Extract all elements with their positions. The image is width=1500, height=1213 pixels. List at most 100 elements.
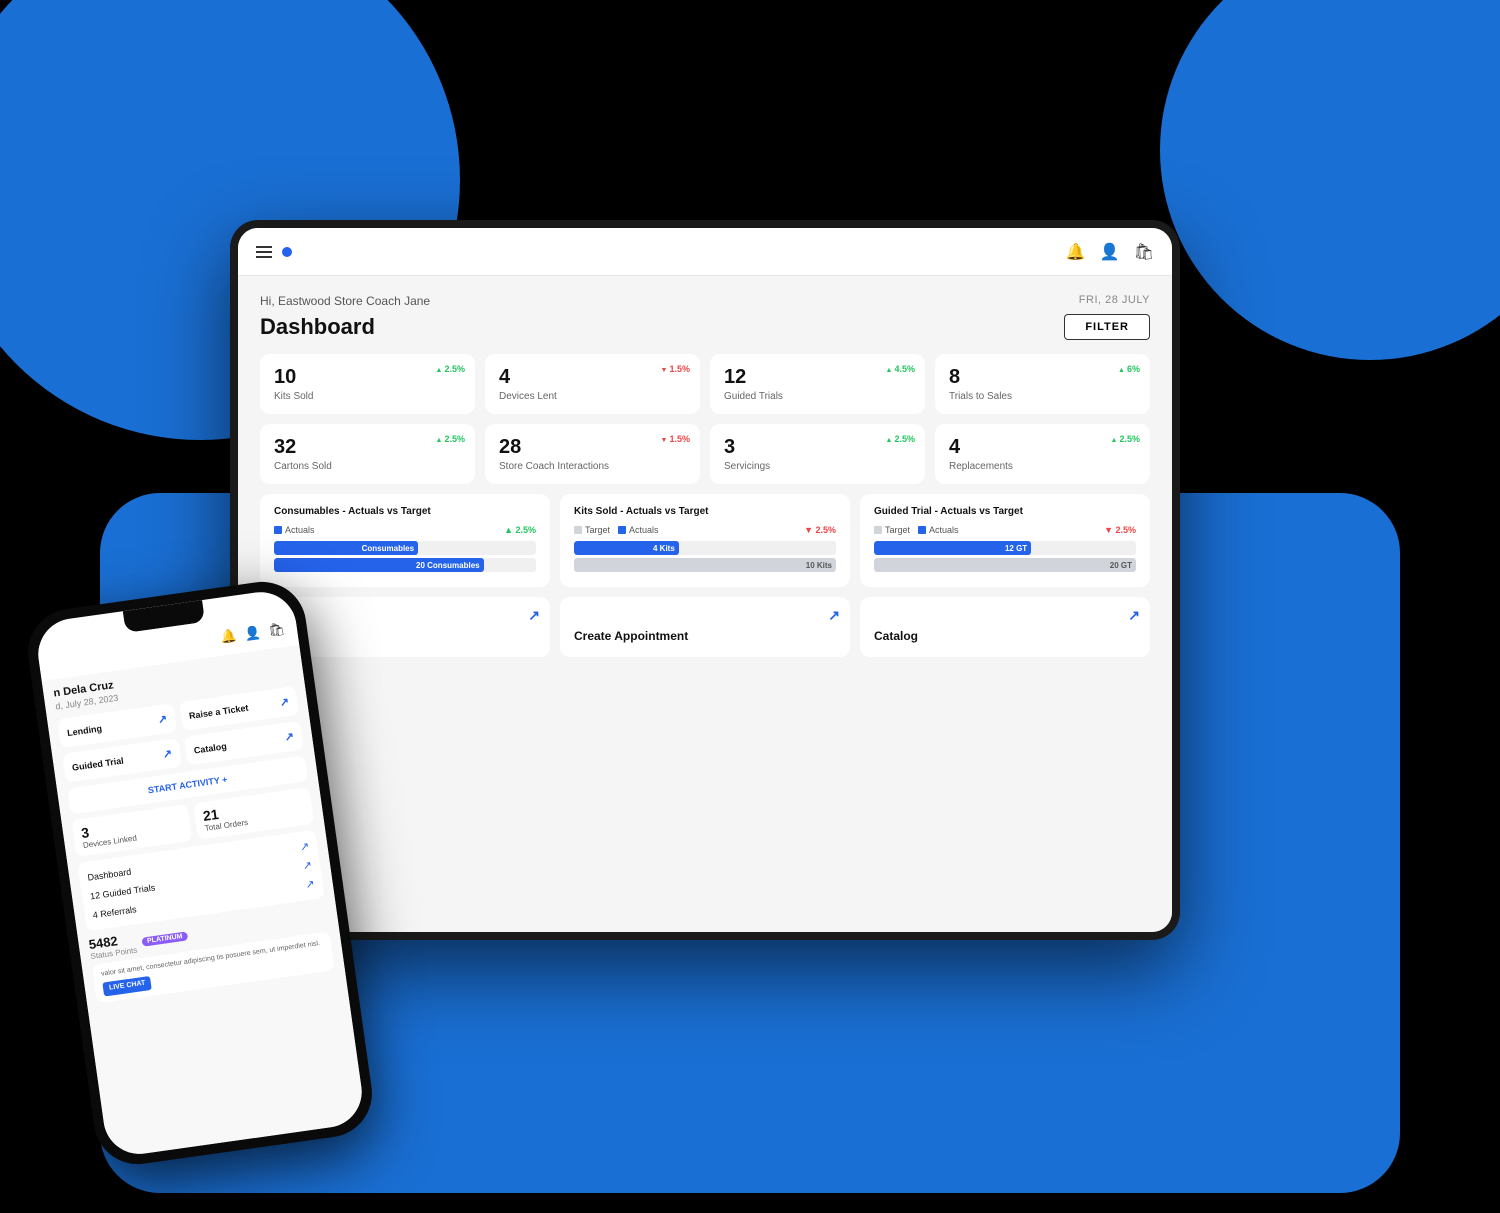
stat-value: 32 [274,436,461,459]
stat-value: 12 [724,366,911,389]
bar-fill-target: 20 GT [874,558,1136,572]
dashboard-title: Dashboard [260,314,375,340]
tablet-screen: 🔔 👤 🛍 Hi, Eastwood Store Coach Jane FRI,… [238,228,1172,932]
legend-target: Target [874,525,910,535]
stat-value: 4 [499,366,686,389]
stat-change: 2.5% [436,434,465,444]
charts-row: Consumables - Actuals vs Target Actuals … [260,494,1150,587]
chart-legend: Target Actuals ▼ 2.5% [874,525,1136,535]
bar-row-target: 20 GT [874,558,1136,572]
stat-change: 1.5% [661,364,690,374]
greeting-text: Hi, Eastwood Store Coach Jane [260,294,430,308]
legend-dot-blue [618,526,626,534]
menu-icon[interactable] [256,246,272,258]
tablet-topbar: 🔔 👤 🛍 [238,228,1172,276]
bar-bg-target: 20 GT [874,558,1136,572]
bar-container: Consumables 20 Consumables [274,541,536,572]
legend-dot-gray [874,526,882,534]
stat-change: 2.5% [886,434,915,444]
stat-card-trials-to-sales: 8 Trials to Sales 6% [935,354,1150,414]
legend-actuals: Actuals [274,525,315,535]
chart-title: Kits Sold - Actuals vs Target [574,506,836,517]
legend-dot-blue [274,526,282,534]
chart-change: ▼ 2.5% [1104,525,1136,535]
platinum-badge: PLATINUM [142,931,188,946]
stat-label: Kits Sold [274,391,461,402]
bar-fill-actuals: 12 GT [874,541,1031,555]
link-arrow-icon[interactable]: ↗ [528,607,540,624]
stat-value: 28 [499,436,686,459]
bag-icon[interactable]: 🛍 [1134,242,1154,262]
stat-value: 10 [274,366,461,389]
arrow-icon: ↗ [157,712,168,726]
arrow-icon: ↗ [302,858,313,872]
chart-change: ▲ 2.5% [504,525,536,535]
bar-fill-actuals: 4 Kits [574,541,679,555]
bg-circle-right [1160,0,1500,360]
bottom-card-catalog[interactable]: ↗ Catalog [860,597,1150,657]
filter-button[interactable]: FILTER [1064,314,1150,340]
stat-card-kits-sold: 10 Kits Sold 2.5% [260,354,475,414]
chart-kits-sold: Kits Sold - Actuals vs Target Target Act… [560,494,850,587]
tablet-topbar-left [256,246,292,258]
stat-label: Trials to Sales [949,391,1136,402]
stat-change: 2.5% [436,364,465,374]
chart-guided-trial: Guided Trial - Actuals vs Target Target … [860,494,1150,587]
chart-legend: Target Actuals ▼ 2.5% [574,525,836,535]
stat-label: Servicings [724,461,911,472]
stat-card-devices-lent: 4 Devices Lent 1.5% [485,354,700,414]
arrow-icon: ↗ [305,877,316,891]
stat-card-replacements: 4 Replacements 2.5% [935,424,1150,484]
phone-bag-icon[interactable]: 🛍 [267,621,286,639]
greeting-row: Hi, Eastwood Store Coach Jane FRI, 28 JU… [260,294,1150,308]
bar-fill-2: 20 Consumables [274,558,484,572]
link-arrow-icon: ↗ [1128,607,1140,624]
live-chat-button[interactable]: LIVE CHAT [102,976,152,996]
bell-icon[interactable]: 🔔 [1066,242,1086,262]
stat-label: Store Coach Interactions [499,461,686,472]
arrow-icon: ↗ [299,840,310,854]
stats-grid-row2: 32 Cartons Sold 2.5% 28 Store Coach Inte… [260,424,1150,484]
stat-value: 4 [949,436,1136,459]
stat-label: Guided Trials [724,391,911,402]
tablet-topbar-right: 🔔 👤 🛍 [1066,242,1154,262]
bar-bg-2: 20 Consumables [274,558,536,572]
bar-bg: 4 Kits [574,541,836,555]
stat-change: 4.5% [886,364,915,374]
arrow-icon: ↗ [279,695,290,709]
stat-label: Replacements [949,461,1136,472]
chart-legend: Actuals ▲ 2.5% [274,525,536,535]
bar-bg: 12 GT [874,541,1136,555]
user-icon[interactable]: 👤 [1100,242,1120,262]
arrow-icon: ↗ [284,730,295,744]
stat-card-store-coach: 28 Store Coach Interactions 1.5% [485,424,700,484]
legend-dot-blue [918,526,926,534]
legend-dot-gray [574,526,582,534]
stat-change: 2.5% [1111,434,1140,444]
chart-title: Consumables - Actuals vs Target [274,506,536,517]
stat-label: Devices Lent [499,391,686,402]
bar-row-actuals: 12 GT [874,541,1136,555]
bar-fill-target: 10 Kits [574,558,836,572]
legend-actuals: Actuals [618,525,659,535]
bar-row-target: 10 Kits [574,558,836,572]
phone-content: n Dela Cruz d, July 28, 2023 Lending ↗ R… [42,645,367,1158]
arrow-icon: ↗ [162,747,173,761]
bar-row-actuals: 4 Kits [574,541,836,555]
tablet-content: Hi, Eastwood Store Coach Jane FRI, 28 JU… [238,276,1172,932]
phone-bell-icon[interactable]: 🔔 [219,628,237,646]
status-dot [282,247,292,257]
bar-bg: Consumables [274,541,536,555]
chart-consumables: Consumables - Actuals vs Target Actuals … [260,494,550,587]
link-arrow-icon: ↗ [828,607,840,624]
stat-change: 6% [1118,364,1140,374]
legend-actuals: Actuals [918,525,959,535]
stat-change: 1.5% [661,434,690,444]
bottom-row: ↗ ↗ Create Appointment ↗ Catalog [260,597,1150,657]
bottom-card-create-appointment[interactable]: ↗ Create Appointment [560,597,850,657]
bar-container: 4 Kits 10 Kits [574,541,836,572]
tablet: 🔔 👤 🛍 Hi, Eastwood Store Coach Jane FRI,… [230,220,1180,940]
bar-bg-target: 10 Kits [574,558,836,572]
bar-row-2: 20 Consumables [274,558,536,572]
phone-user-icon[interactable]: 👤 [243,624,261,642]
